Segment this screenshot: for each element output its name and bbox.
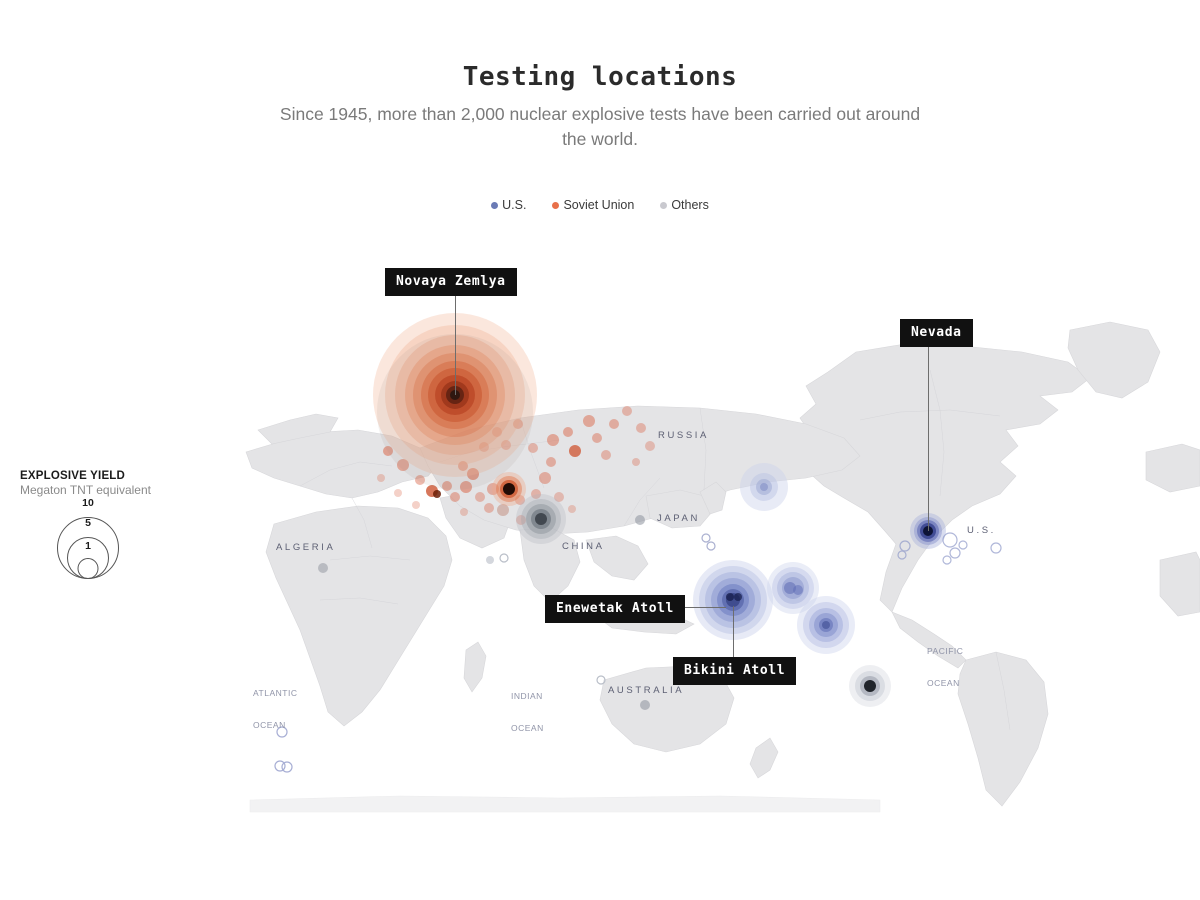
legend-swatch-us <box>491 201 499 209</box>
legend-label-soviet-union: Soviet Union <box>563 198 635 212</box>
legend-item-us[interactable]: U.S. <box>491 198 526 212</box>
ocean-label-pacific-line2: OCEAN <box>927 678 960 689</box>
yield-legend-circles: 10 5 1 <box>48 497 128 579</box>
legend-label-others: Others <box>671 198 709 212</box>
site-lop-nur <box>516 494 566 544</box>
geo-label-china: CHINA <box>562 541 605 552</box>
ocean-label-indian: INDIAN OCEAN <box>511 670 544 744</box>
site-semipalatinsk <box>492 472 526 506</box>
site-enewetak-atoll <box>767 562 819 614</box>
legend-swatch-soviet-union <box>552 201 560 209</box>
callout-bikini-atoll[interactable]: Bikini Atoll <box>673 657 797 685</box>
geo-label-algeria: ALGERIA <box>276 542 336 553</box>
legend-swatch-others <box>660 201 668 209</box>
ocean-label-indian-line2: OCEAN <box>511 723 544 734</box>
minor-test-markers <box>274 515 716 773</box>
legend-item-others[interactable]: Others <box>660 198 709 212</box>
ocean-label-indian-line1: INDIAN <box>511 691 543 702</box>
yield-legend-title: EXPLOSIVE YIELD <box>20 470 126 482</box>
site-marshall-islands <box>797 596 855 654</box>
ocean-label-pacific-line1: PACIFIC <box>927 646 964 657</box>
us-small-tests <box>897 532 1002 565</box>
yield-label-10: 10 <box>82 497 94 509</box>
country-legend: U.S. Soviet Union Others <box>0 198 1200 212</box>
ocean-label-atlantic-line1: ATLANTIC <box>253 688 298 699</box>
geo-label-japan: JAPAN <box>657 513 700 524</box>
page-title: Testing locations <box>462 62 738 92</box>
site-amchitka <box>740 463 788 511</box>
map-landmasses <box>245 321 1200 813</box>
callout-novaya-zemlya[interactable]: Novaya Zemlya <box>385 268 517 296</box>
ocean-label-atlantic: ATLANTIC OCEAN <box>253 667 297 741</box>
site-johnston-atoll <box>849 665 891 707</box>
geo-label-us: U.S. <box>967 525 996 536</box>
yield-label-5: 5 <box>85 517 91 529</box>
ocean-label-atlantic-line2: OCEAN <box>253 720 286 731</box>
map-borders <box>299 369 1011 731</box>
leader-line-novaya-zemlya <box>455 293 456 395</box>
leader-line-nevada <box>928 344 929 531</box>
leader-line-bikini-atoll <box>733 606 734 661</box>
geo-label-russia: RUSSIA <box>658 430 709 441</box>
callout-nevada[interactable]: Nevada <box>900 319 973 347</box>
legend-label-us: U.S. <box>502 198 527 212</box>
geo-label-australia: AUSTRALIA <box>608 685 685 696</box>
page-subtitle: Since 1945, more than 2,000 nuclear expl… <box>279 104 921 150</box>
page-header: Testing locations Since 1945, more than … <box>0 62 1200 153</box>
soviet-test-dots <box>377 406 655 525</box>
yield-circle-1 <box>77 558 99 579</box>
leader-line-enewetak-atoll <box>680 607 726 608</box>
yield-legend-subtitle: Megaton TNT equivalent <box>20 483 151 497</box>
explosive-yield-legend: EXPLOSIVE YIELD Megaton TNT equivalent 1… <box>20 470 190 579</box>
yield-label-1: 1 <box>85 540 91 552</box>
callout-enewetak-atoll[interactable]: Enewetak Atoll <box>545 595 685 623</box>
ocean-label-pacific: PACIFIC OCEAN <box>927 625 963 699</box>
legend-item-soviet-union[interactable]: Soviet Union <box>552 198 634 212</box>
